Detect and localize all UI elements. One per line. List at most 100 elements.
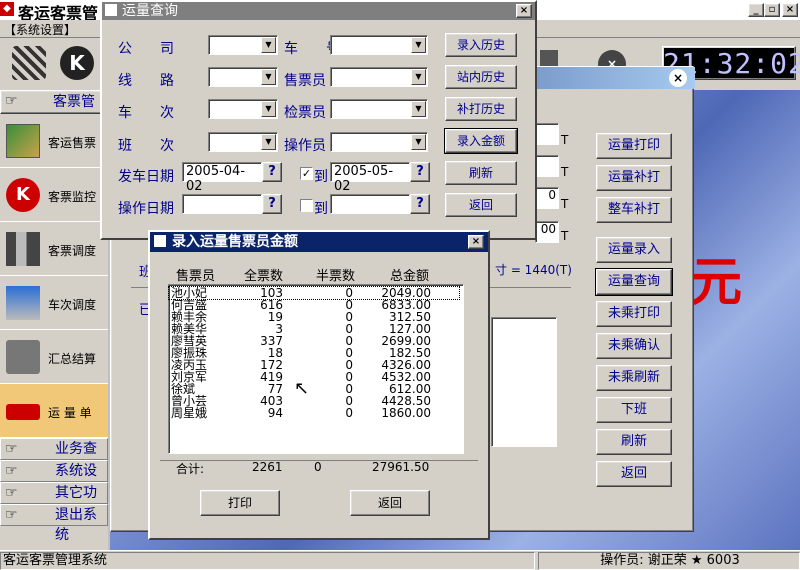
return-button[interactable]: 返回: [596, 461, 672, 487]
tools-icon[interactable]: [12, 46, 46, 80]
company-select[interactable]: ▼: [208, 35, 278, 55]
bus-icon: [6, 404, 40, 420]
volume-query-button[interactable]: 运量查询: [595, 268, 673, 296]
input-field[interactable]: 00: [535, 221, 559, 243]
refresh-button[interactable]: 刷新: [596, 429, 672, 455]
depart-to-checkbox[interactable]: ✓: [300, 167, 313, 180]
window-icon: [105, 4, 117, 16]
full-bus-reprint-button[interactable]: 整车补打: [596, 197, 672, 223]
sidebar-item-ticket-dispatch[interactable]: 客票调度: [0, 222, 108, 276]
minimize-button[interactable]: _: [748, 3, 764, 17]
menu-system-settings[interactable]: 【系统设置】: [4, 21, 76, 38]
chevron-down-icon: ▼: [411, 37, 426, 53]
k-logo-icon[interactable]: K: [60, 46, 94, 80]
sidebar-item-ticket-sales[interactable]: 客运售票: [0, 114, 108, 168]
status-app-name: 客运客票管理系统: [0, 552, 535, 570]
seller-amount-dialog: 录入运量售票员金额 × 售票员 全票数 半票数 总金额 池小妃 103 0 2049.…: [148, 230, 490, 540]
reprint-history-button[interactable]: 补打历史: [445, 97, 517, 121]
unboarded-refresh-button[interactable]: 未乘刷新: [596, 365, 672, 391]
amount-close-button[interactable]: ×: [468, 235, 484, 249]
volume-reprint-button[interactable]: 运量补打: [596, 165, 672, 191]
chevron-down-icon: ▼: [411, 134, 426, 150]
volume-entry-button[interactable]: 运量录入: [596, 237, 672, 263]
sidebar: ☞ 客票管 客运售票 K 客票监控 客票调度 车次调度 汇总结算 运 量 单 ☞…: [0, 90, 108, 550]
chevron-down-icon: ▼: [261, 101, 276, 117]
sidebar-link-other[interactable]: ☞其它功能: [0, 482, 108, 521]
table-row[interactable]: 周星娥 94 0 1860.00: [169, 407, 459, 419]
close-button[interactable]: ×: [782, 3, 798, 17]
amount-return-button[interactable]: 返回: [350, 490, 430, 516]
seller-list[interactable]: 池小妃 103 0 2049.00 何吉盛 616 0 6833.00 赖丰余 19 0 312.50…: [168, 284, 464, 454]
sidebar-item-volume-sheet[interactable]: 运 量 单: [0, 384, 108, 438]
depart-to-picker-button[interactable]: ?: [410, 162, 430, 182]
total-label: 合计:: [176, 462, 205, 476]
table-cell: 0: [345, 406, 353, 420]
sidebar-link-query[interactable]: ☞业务查询: [0, 438, 108, 477]
chevron-down-icon: ▼: [261, 134, 276, 150]
sidebar-link-exit[interactable]: ☞ 退出系统: [0, 504, 108, 543]
pointing-hand-icon: ☞: [5, 507, 18, 523]
route-select[interactable]: ▼: [208, 67, 278, 87]
unboarded-confirm-button[interactable]: 未乘确认: [596, 333, 672, 359]
maximize-button[interactable]: ▫: [764, 3, 780, 17]
volume-query-window: 运量查询 × 公 司 ▼ 车 号 ▼ 线 路 ▼ 售票员 ▼ 车 次 ▼ 检票员…: [100, 0, 537, 240]
op-from-field[interactable]: [182, 194, 262, 214]
seller-select[interactable]: ▼: [330, 67, 428, 87]
amount-title-bar: 录入运量售票员金额 ×: [150, 232, 488, 252]
label-to: 到: [314, 169, 328, 185]
depart-to-field[interactable]: 2005-05-02: [330, 162, 410, 194]
plate-select[interactable]: ▼: [330, 35, 428, 55]
header-seller: 售票员: [176, 269, 216, 284]
print-button[interactable]: 打印: [200, 490, 280, 516]
mouse-cursor-icon: ↖: [294, 378, 310, 399]
operator-select[interactable]: ▼: [330, 132, 428, 152]
entry-amount-button[interactable]: 录入金额: [444, 128, 518, 154]
sidebar-top-label[interactable]: ☞ 客票管: [0, 90, 108, 114]
status-bar: 客运客票管理系统 操作员: 谢正荣 ★ 6003: [0, 550, 800, 570]
label-checker: 检票员: [284, 105, 326, 121]
volume-print-button[interactable]: 运量打印: [596, 133, 672, 159]
status-operator: 操作员: 谢正荣 ★ 6003: [538, 552, 800, 570]
close-icon[interactable]: ×: [669, 69, 687, 87]
query-return-button[interactable]: 返回: [445, 193, 517, 217]
sidebar-link-settings[interactable]: ☞系统设置: [0, 460, 108, 499]
notes-area[interactable]: [491, 317, 557, 447]
label-company: 公 司: [118, 41, 174, 57]
map-icon: [6, 124, 40, 158]
sidebar-item-ticket-monitor[interactable]: K 客票监控: [0, 168, 108, 222]
entry-history-button[interactable]: 录入历史: [445, 33, 517, 57]
op-to-picker-button[interactable]: ?: [410, 194, 430, 214]
train-select[interactable]: ▼: [208, 99, 278, 119]
op-from-picker-button[interactable]: ?: [262, 194, 282, 214]
input-field[interactable]: [535, 155, 559, 177]
chevron-down-icon: ▼: [261, 69, 276, 85]
depart-from-field[interactable]: 2005-04-02: [182, 162, 262, 194]
off-duty-button[interactable]: 下班: [596, 397, 672, 423]
input-field[interactable]: [535, 123, 559, 145]
pointing-hand-icon: ☞: [5, 463, 18, 479]
op-to-field[interactable]: [330, 194, 410, 214]
shift-select[interactable]: ▼: [208, 132, 278, 152]
label-operator: 操作员: [284, 138, 326, 154]
t-mark: T: [561, 197, 569, 211]
chevron-down-icon: ▼: [411, 69, 426, 85]
total-full: 2261: [252, 460, 283, 474]
query-close-button[interactable]: ×: [516, 4, 532, 18]
op-to-checkbox[interactable]: [300, 199, 313, 212]
sidebar-item-summary[interactable]: 汇总结算: [0, 330, 108, 384]
unboarded-print-button[interactable]: 未乘打印: [596, 301, 672, 327]
label-depart-date: 发车日期: [118, 169, 174, 185]
t-mark: T: [561, 229, 569, 243]
station-history-button[interactable]: 站内历史: [445, 65, 517, 89]
t-mark: T: [561, 133, 569, 147]
input-field[interactable]: 0: [535, 187, 559, 209]
query-refresh-button[interactable]: 刷新: [445, 161, 517, 185]
chevron-down-icon: ▼: [261, 37, 276, 53]
label-op-date: 操作日期: [118, 201, 174, 217]
label-train: 车 次: [118, 105, 174, 121]
amount-title: 录入运量售票员金额: [172, 234, 298, 250]
sidebar-item-train-dispatch[interactable]: 车次调度: [0, 276, 108, 330]
checker-select[interactable]: ▼: [330, 99, 428, 119]
depart-from-picker-button[interactable]: ?: [262, 162, 282, 182]
query-title: 运量查询: [122, 3, 178, 19]
